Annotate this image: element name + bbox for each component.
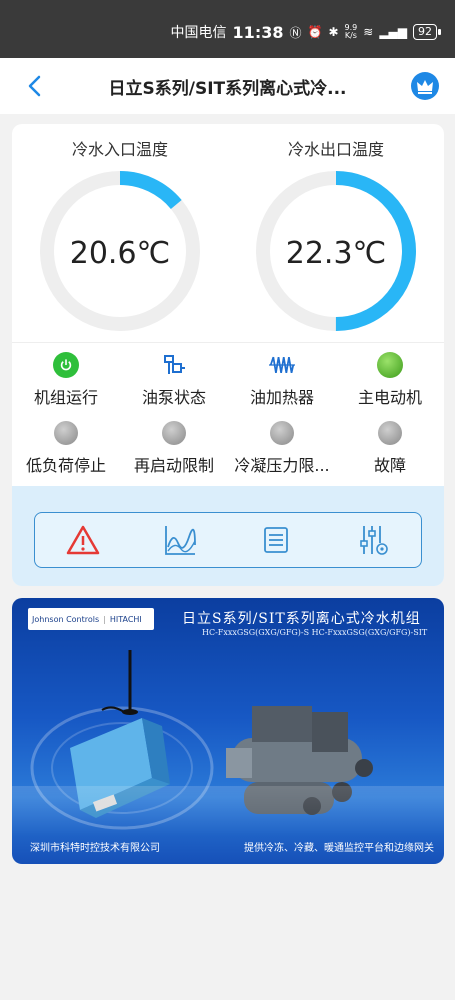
- system-status-bar: 中国电信 11:38 Ⓝ ⏰ ✱ 9.9 K/s ≋ ▂▄▆ 92: [0, 0, 455, 58]
- status-restart-limit: 再启动限制: [120, 420, 228, 476]
- trend-chart-icon[interactable]: [163, 523, 197, 557]
- status-label: 机组运行: [33, 388, 98, 407]
- product-banner[interactable]: Johnson Controls | HITACHI 日立S系列/SIT系列离心…: [12, 598, 444, 864]
- outlet-temp-gauge: 冷水出口温度 22.3℃: [246, 136, 426, 336]
- status-label: 低负荷停止: [25, 456, 106, 475]
- tool-bar-area: [12, 486, 444, 586]
- wifi-icon: ≋: [363, 25, 374, 39]
- gray-dot-icon: [54, 421, 78, 445]
- status-label: 故障: [373, 456, 406, 475]
- gray-dot-icon: [270, 421, 294, 445]
- water-reflection: [12, 786, 444, 836]
- status-condenser-pressure-limit: 冷凝压力限...: [228, 420, 336, 476]
- heater-icon: [269, 352, 295, 378]
- battery-indicator: 92: [413, 24, 441, 40]
- alarm-clock-icon: ⏰: [307, 25, 323, 39]
- status-label: 油泵状态: [141, 388, 206, 407]
- list-icon[interactable]: [259, 523, 293, 557]
- inlet-temp-gauge: 冷水入口温度 20.6℃: [30, 136, 210, 336]
- clock: 11:38: [232, 22, 284, 42]
- gray-dot-icon: [378, 421, 402, 445]
- carrier-label: 中国电信: [170, 25, 227, 41]
- status-label: 主电动机: [357, 388, 422, 407]
- status-label: 油加热器: [249, 388, 314, 407]
- page-title: 日立S系列/SIT系列离心式冷...: [108, 79, 347, 99]
- status-fault: 故障: [336, 420, 444, 476]
- nfc-icon: Ⓝ: [289, 25, 302, 40]
- pump-icon: [161, 352, 187, 378]
- company-name: 深圳市科特时控技术有限公司: [30, 843, 160, 854]
- status-unit-running: 机组运行: [12, 352, 120, 408]
- network-speed: 9.9 K/s: [345, 24, 358, 40]
- signal-icon: ▂▄▆: [379, 25, 407, 39]
- crown-icon[interactable]: [411, 72, 439, 100]
- status-oil-heater: 油加热器: [228, 352, 336, 408]
- device-panel: 冷水入口温度 20.6℃ 冷水出口温度 22.3℃ 机组运行 油泵状态 油加热器…: [12, 124, 444, 586]
- alarm-icon[interactable]: [66, 523, 100, 557]
- green-dot-icon: [377, 352, 403, 378]
- back-arrow-icon[interactable]: [22, 72, 50, 100]
- tool-bar: [34, 512, 422, 568]
- status-label: 冷凝压力限...: [234, 456, 330, 475]
- divider: [12, 342, 444, 343]
- outlet-temp-label: 冷水出口温度: [287, 140, 384, 159]
- bluetooth-icon: ✱: [328, 25, 339, 39]
- inlet-temp-label: 冷水入口温度: [71, 140, 168, 159]
- net-speed-unit: K/s: [344, 31, 357, 40]
- gray-dot-icon: [162, 421, 186, 445]
- inlet-temp-value: 20.6℃: [69, 236, 171, 271]
- banner-slogan: 提供冷冻、冷藏、暖通监控平台和边缘网关: [244, 843, 434, 854]
- app-header: 日立S系列/SIT系列离心式冷...: [0, 58, 455, 114]
- settings-sliders-icon[interactable]: [356, 523, 390, 557]
- power-icon: [53, 352, 79, 378]
- status-main-motor: 主电动机: [336, 352, 444, 408]
- status-oil-pump: 油泵状态: [120, 352, 228, 408]
- status-low-load-stop: 低负荷停止: [12, 420, 120, 476]
- outlet-temp-value: 22.3℃: [285, 236, 387, 271]
- status-label: 再启动限制: [133, 456, 214, 475]
